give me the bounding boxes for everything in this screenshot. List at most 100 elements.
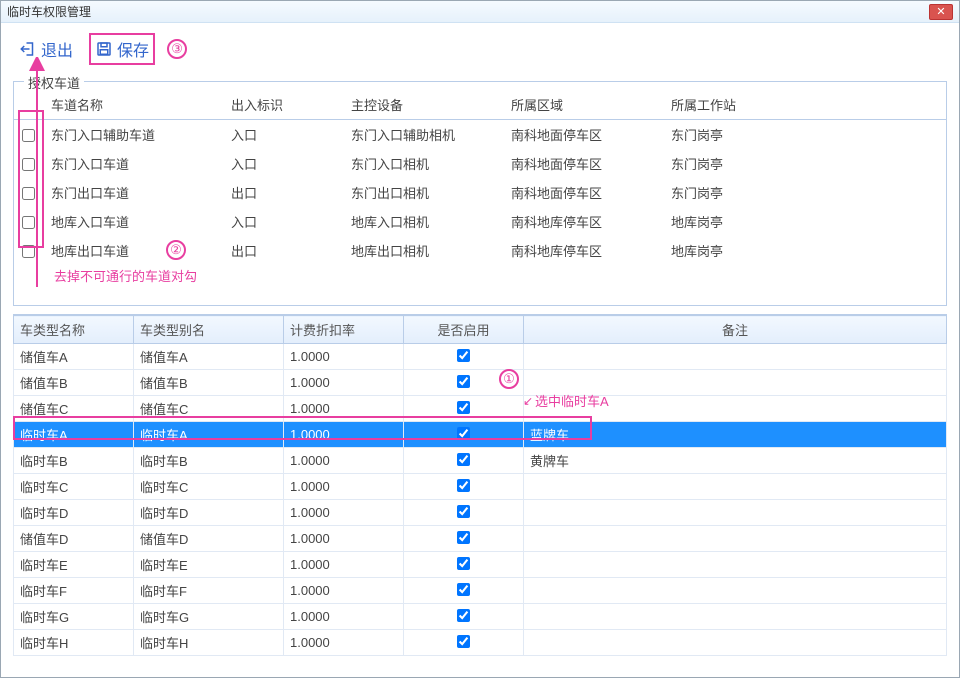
- cartype-cell-rate: 1.0000: [284, 344, 404, 370]
- lane-table: 车道名称 出入标识 主控设备 所属区域 所属工作站 东门入口辅助车道入口东门入口…: [14, 90, 946, 265]
- cartype-enable-checkbox[interactable]: [457, 427, 470, 440]
- cartype-cell-alias: 临时车F: [134, 578, 284, 604]
- cartype-cell-remark: [524, 578, 947, 604]
- group-label: 授权车道: [24, 73, 84, 92]
- lane-cell-io: 入口: [223, 149, 343, 178]
- cartype-cell-rate: 1.0000: [284, 422, 404, 448]
- lane-cell-device: 东门入口相机: [343, 149, 503, 178]
- exit-label: 退出: [41, 37, 73, 61]
- type-header-remark[interactable]: 备注: [524, 316, 947, 344]
- cartype-enable-checkbox[interactable]: [457, 609, 470, 622]
- cartype-cell-rate: 1.0000: [284, 578, 404, 604]
- cartype-cell-name: 储值车B: [14, 370, 134, 396]
- lane-header-io[interactable]: 出入标识: [223, 90, 343, 120]
- cartype-cell-alias: 储值车C: [134, 396, 284, 422]
- cartype-enable-checkbox[interactable]: [457, 583, 470, 596]
- lane-checkbox[interactable]: [22, 245, 35, 258]
- lane-cell-station: 东门岗亭: [663, 149, 946, 178]
- cartype-enable-checkbox[interactable]: [457, 453, 470, 466]
- step1-marker: ①: [499, 369, 519, 389]
- lane-checkbox[interactable]: [22, 187, 35, 200]
- cartype-cell-remark: [524, 370, 947, 396]
- cartype-enable-checkbox[interactable]: [457, 531, 470, 544]
- cartype-cell-name: 储值车C: [14, 396, 134, 422]
- cartype-cell-rate: 1.0000: [284, 526, 404, 552]
- lane-cell-io: 入口: [223, 120, 343, 150]
- type-header-name[interactable]: 车类型名称: [14, 316, 134, 344]
- step3-marker: ③: [167, 39, 187, 59]
- cartype-enable-checkbox[interactable]: [457, 505, 470, 518]
- cartype-cell-name: 临时车G: [14, 604, 134, 630]
- cartype-row[interactable]: 临时车E临时车E1.0000: [14, 552, 947, 578]
- lane-row[interactable]: 东门入口辅助车道入口东门入口辅助相机南科地面停车区东门岗亭: [14, 120, 946, 150]
- lane-cell-name: 东门入口车道: [43, 149, 223, 178]
- lane-cell-area: 南科地面停车区: [503, 149, 663, 178]
- cartype-row[interactable]: 临时车D临时车D1.0000: [14, 500, 947, 526]
- remove-hint: 去掉不可通行的车道对勾: [54, 266, 197, 285]
- cartype-cell-rate: 1.0000: [284, 448, 404, 474]
- cartype-cell-remark: [524, 344, 947, 370]
- cartype-cell-alias: 储值车A: [134, 344, 284, 370]
- cartype-enable-checkbox[interactable]: [457, 557, 470, 570]
- lane-header-station[interactable]: 所属工作站: [663, 90, 946, 120]
- window-frame: 临时车权限管理 ✕ 退出 保存 ③ 授权车道 车道名称 出入标识: [0, 0, 960, 678]
- step2-marker: ②: [166, 240, 186, 260]
- cartype-row[interactable]: 临时车A临时车A1.0000蓝牌车: [14, 422, 947, 448]
- lane-header-name[interactable]: 车道名称: [43, 90, 223, 120]
- cartype-table-wrap: 车类型名称 车类型别名 计费折扣率 是否启用 备注 储值车A储值车A1.0000…: [13, 314, 947, 656]
- cartype-cell-alias: 临时车C: [134, 474, 284, 500]
- cartype-row[interactable]: 储值车A储值车A1.0000: [14, 344, 947, 370]
- cartype-enable-checkbox[interactable]: [457, 375, 470, 388]
- cartype-cell-remark: 黄牌车: [524, 448, 947, 474]
- cartype-cell-remark: [524, 500, 947, 526]
- cartype-row[interactable]: 临时车C临时车C1.0000: [14, 474, 947, 500]
- cartype-cell-alias: 临时车G: [134, 604, 284, 630]
- lane-cell-name: 东门入口辅助车道: [43, 120, 223, 150]
- lane-checkbox[interactable]: [22, 129, 35, 142]
- lane-header-area[interactable]: 所属区域: [503, 90, 663, 120]
- cartype-row[interactable]: 储值车C储值车C1.0000: [14, 396, 947, 422]
- lane-checkbox[interactable]: [22, 216, 35, 229]
- toolbar: 退出 保存 ③: [1, 23, 959, 75]
- cartype-row[interactable]: 临时车G临时车G1.0000: [14, 604, 947, 630]
- lane-header-device[interactable]: 主控设备: [343, 90, 503, 120]
- cartype-enable-checkbox[interactable]: [457, 349, 470, 362]
- exit-icon: [19, 40, 37, 58]
- titlebar: 临时车权限管理 ✕: [1, 1, 959, 23]
- cartype-row[interactable]: 储值车B储值车B1.0000: [14, 370, 947, 396]
- cartype-cell-rate: 1.0000: [284, 474, 404, 500]
- cartype-row[interactable]: 储值车D储值车D1.0000: [14, 526, 947, 552]
- lane-row[interactable]: 东门出口车道出口东门出口相机南科地面停车区东门岗亭: [14, 178, 946, 207]
- type-header-alias[interactable]: 车类型别名: [134, 316, 284, 344]
- type-header-enable[interactable]: 是否启用: [404, 316, 524, 344]
- cartype-cell-alias: 临时车A: [134, 422, 284, 448]
- cartype-cell-name: 临时车B: [14, 448, 134, 474]
- cartype-row[interactable]: 临时车F临时车F1.0000: [14, 578, 947, 604]
- cartype-enable-checkbox[interactable]: [457, 479, 470, 492]
- cartype-cell-alias: 临时车D: [134, 500, 284, 526]
- cartype-cell-name: 储值车D: [14, 526, 134, 552]
- cartype-cell-alias: 临时车E: [134, 552, 284, 578]
- lane-checkbox[interactable]: [22, 158, 35, 171]
- lane-cell-name: 地库入口车道: [43, 207, 223, 236]
- cartype-enable-checkbox[interactable]: [457, 401, 470, 414]
- lane-row[interactable]: 地库入口车道入口地库入口相机南科地库停车区地库岗亭: [14, 207, 946, 236]
- cartype-cell-name: 临时车A: [14, 422, 134, 448]
- cartype-cell-name: 临时车H: [14, 630, 134, 656]
- cartype-enable-checkbox[interactable]: [457, 635, 470, 648]
- save-button[interactable]: 保存: [89, 33, 155, 65]
- type-header-rate[interactable]: 计费折扣率: [284, 316, 404, 344]
- cartype-cell-alias: 储值车D: [134, 526, 284, 552]
- cartype-cell-remark: [524, 630, 947, 656]
- lane-cell-device: 地库入口相机: [343, 207, 503, 236]
- cartype-row[interactable]: 临时车H临时车H1.0000: [14, 630, 947, 656]
- lane-cell-station: 地库岗亭: [663, 207, 946, 236]
- lane-row[interactable]: 东门入口车道入口东门入口相机南科地面停车区东门岗亭: [14, 149, 946, 178]
- close-icon[interactable]: ✕: [929, 4, 953, 20]
- cartype-cell-remark: [524, 604, 947, 630]
- cartype-cell-name: 临时车E: [14, 552, 134, 578]
- cartype-row[interactable]: 临时车B临时车B1.0000黄牌车: [14, 448, 947, 474]
- exit-button[interactable]: 退出: [15, 35, 77, 63]
- window-title: 临时车权限管理: [7, 3, 929, 20]
- lane-row[interactable]: 地库出口车道出口地库出口相机南科地库停车区地库岗亭: [14, 236, 946, 265]
